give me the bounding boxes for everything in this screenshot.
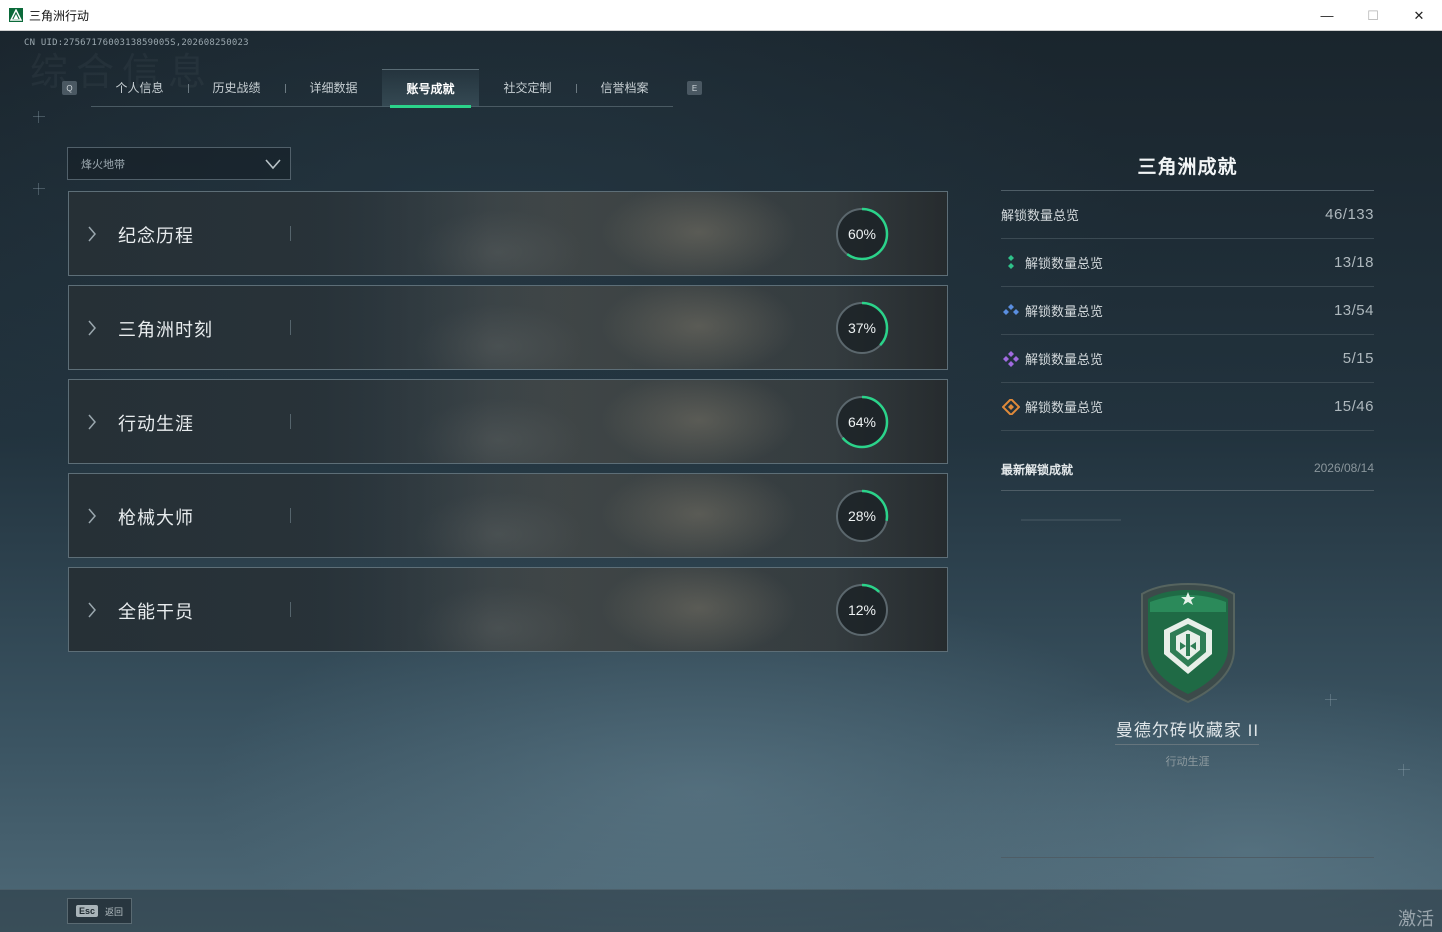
achievement-category-operation-career[interactable]: 行动生涯 64% [68, 379, 948, 464]
latest-badge-category: 行动生涯 [1165, 756, 1210, 768]
category-name: 枪械大师 [118, 508, 194, 528]
achievement-category-memorial[interactable]: 纪念历程 60% [68, 191, 948, 276]
chevron-right-icon [88, 508, 96, 524]
progress-percent: 12% [847, 602, 877, 618]
divider [290, 602, 291, 617]
stat-row-green: 解锁数量总览 13/18 [1001, 239, 1374, 287]
latest-unlock-header: 最新解锁成就 2026/08/14 [1001, 461, 1374, 491]
category-name: 行动生涯 [118, 414, 194, 434]
app-logo-icon [9, 8, 23, 22]
mode-dropdown[interactable]: 烽火地带 [67, 147, 291, 180]
mode-dropdown-value: 烽火地带 [81, 158, 125, 171]
window-titlebar: 三角洲行动 — ☐ ✕ [0, 0, 1442, 31]
achievement-category-delta-moments[interactable]: 三角洲时刻 37% [68, 285, 948, 370]
chevron-down-icon [265, 159, 281, 170]
crosshair-decoration [33, 111, 45, 123]
chevron-right-icon [88, 602, 96, 618]
category-name: 三角洲时刻 [118, 320, 213, 340]
shield-badge-icon [1141, 582, 1235, 704]
crosshair-decoration [33, 183, 45, 195]
activate-watermark: 激活 [1398, 909, 1434, 929]
latest-unlock-date: 2026/08/14 [1313, 461, 1374, 475]
achievement-category-list: 纪念历程 60% 三角洲时刻 37% 行动生涯 64% 枪械大师 28% 全能干… [68, 191, 948, 661]
tab-social-customize[interactable]: 社交定制 [479, 69, 576, 107]
tab-match-history[interactable]: 历史战绩 [188, 69, 285, 107]
category-name: 纪念历程 [118, 226, 194, 246]
divider [290, 226, 291, 241]
gold-rank-icon [1001, 398, 1021, 415]
stat-value: 46/133 [1325, 206, 1374, 223]
stat-label: 解锁数量总览 [1025, 352, 1104, 367]
minimize-button[interactable]: — [1304, 0, 1350, 31]
achievement-category-weapon-master[interactable]: 枪械大师 28% [68, 473, 948, 558]
tab-personal-info[interactable]: 个人信息 [91, 69, 188, 107]
progress-percent: 37% [847, 320, 877, 336]
divider [1115, 744, 1259, 745]
chevron-right-icon [88, 414, 96, 430]
stat-value: 13/18 [1333, 254, 1374, 271]
faint-line [1021, 519, 1121, 521]
stat-label: 解锁数量总览 [1025, 256, 1104, 271]
blue-rank-icon [1001, 303, 1021, 319]
window-controls: — ☐ ✕ [1304, 0, 1442, 31]
category-name: 全能干员 [118, 602, 194, 622]
uid-text: CN UID:2756717600313859005S,202608250023 [24, 38, 249, 48]
stat-label: 解锁数量总览 [1001, 208, 1080, 223]
latest-badge-display[interactable]: 曼德尔砖收藏家 II 行动生涯 [1001, 491, 1374, 858]
divider [290, 414, 291, 429]
chevron-right-icon [88, 226, 96, 242]
stat-row-gold: 解锁数量总览 15/46 [1001, 383, 1374, 431]
divider [290, 508, 291, 523]
purple-rank-icon [1001, 350, 1021, 367]
tab-prev-key[interactable]: Q [62, 81, 77, 95]
window-title: 三角洲行动 [29, 8, 90, 23]
back-button[interactable]: Esc 返回 [67, 898, 133, 924]
tab-credit-record[interactable]: 信誉档案 [576, 69, 673, 107]
maximize-button[interactable]: ☐ [1350, 0, 1396, 31]
tab-achievements[interactable]: 账号成就 [382, 68, 479, 108]
stat-value: 13/54 [1333, 302, 1374, 319]
achievement-category-all-round-operator[interactable]: 全能干员 12% [68, 567, 948, 652]
green-rank-icon [1001, 254, 1021, 271]
esc-key: Esc [76, 905, 99, 917]
stat-value: 5/15 [1342, 350, 1374, 367]
latest-badge-name: 曼德尔砖收藏家 II [1115, 721, 1260, 740]
close-button[interactable]: ✕ [1396, 0, 1442, 31]
profile-tabs: Q 个人信息 历史战绩 详细数据 账号成就 社交定制 信誉档案 E [62, 68, 702, 108]
crosshair-decoration [1398, 764, 1410, 776]
chevron-right-icon [88, 320, 96, 336]
tab-detailed-data[interactable]: 详细数据 [285, 69, 382, 107]
latest-unlock-label: 最新解锁成就 [1001, 463, 1074, 477]
game-area: 综合信息 CN UID:2756717600313859005S,2026082… [0, 31, 1442, 932]
panel-title: 三角洲成就 [1001, 151, 1374, 191]
progress-percent: 28% [847, 508, 877, 524]
divider [290, 320, 291, 335]
back-label: 返回 [105, 906, 124, 917]
stat-label: 解锁数量总览 [1025, 400, 1104, 415]
stat-label: 解锁数量总览 [1025, 304, 1104, 319]
progress-percent: 60% [847, 226, 877, 242]
bottom-bar: Esc 返回 激活 [0, 889, 1442, 932]
stat-value: 15/46 [1333, 398, 1374, 415]
progress-percent: 64% [847, 414, 877, 430]
stat-row-purple: 解锁数量总览 5/15 [1001, 335, 1374, 383]
stat-row-blue: 解锁数量总览 13/54 [1001, 287, 1374, 335]
tab-next-key[interactable]: E [687, 81, 702, 95]
achievement-summary-panel: 三角洲成就 解锁数量总览 46/133 解锁数量总览 13/18 解锁数量总览 … [1001, 151, 1374, 858]
tab-row: 个人信息 历史战绩 详细数据 账号成就 社交定制 信誉档案 [91, 68, 673, 108]
stat-row-total: 解锁数量总览 46/133 [1001, 191, 1374, 239]
